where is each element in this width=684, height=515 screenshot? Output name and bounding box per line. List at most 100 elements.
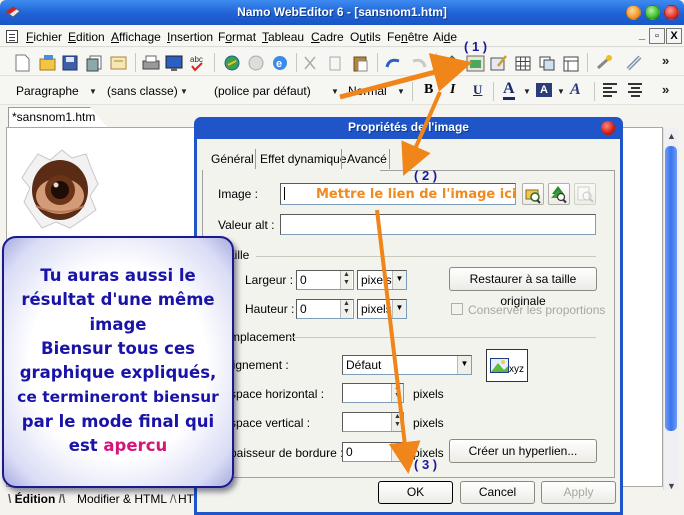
hspace-spinner[interactable]: ▲ ▼ (391, 384, 403, 402)
mdi-restore-button[interactable]: ▫ (649, 28, 665, 44)
toolbar1-overflow-button[interactable]: » (662, 53, 669, 68)
preview-icon[interactable] (165, 55, 183, 71)
folder-search-icon (525, 189, 541, 204)
font-size-dropdown-icon[interactable]: ▼ (397, 87, 405, 96)
browser-preview-icon[interactable]: e (273, 56, 287, 70)
keep-ratio-checkbox[interactable] (451, 303, 463, 315)
insert-shape-icon[interactable] (443, 55, 461, 71)
scroll-up-icon[interactable]: ▲ (667, 131, 676, 141)
menu-fenetre[interactable]: Fenêtre (387, 30, 428, 44)
cancel-button[interactable]: Cancel (460, 481, 535, 504)
preview-image-button[interactable] (574, 183, 596, 205)
paragraph-style-dropdown-icon[interactable]: ▼ (89, 87, 97, 96)
redo-icon[interactable] (412, 58, 427, 68)
font-dropdown-icon[interactable]: ▼ (331, 87, 339, 96)
tab-modifier-html-label: Modifier & HTML (77, 492, 167, 506)
clipart-search-button[interactable] (548, 183, 570, 205)
cut-icon[interactable] (304, 56, 316, 70)
apply-button[interactable]: Apply (541, 481, 616, 504)
restore-size-button[interactable]: Restaurer à sa taille originale (449, 267, 597, 308)
dialog-close-button[interactable] (601, 121, 615, 135)
save-all-icon[interactable] (86, 55, 102, 72)
font-color-dropdown-icon[interactable]: ▼ (523, 87, 531, 96)
clear-format-icon[interactable]: A (570, 81, 581, 99)
insert-image-icon[interactable] (466, 55, 485, 72)
tab-effet-dynamique[interactable]: Effet dynamique (260, 152, 347, 166)
close-button[interactable] (664, 5, 679, 20)
window-title: Namo WebEditor 6 - [sansnom1.htm] (237, 5, 447, 19)
open-folder-icon[interactable] (39, 55, 56, 71)
align-dropdown-icon[interactable]: ▼ (457, 356, 471, 374)
minimize-button[interactable] (626, 5, 641, 20)
highlight-color-button[interactable]: A (536, 83, 552, 97)
ok-button[interactable]: OK (378, 481, 453, 504)
standard-toolbar-icons: abc e (15, 53, 642, 72)
tab-general[interactable]: Général (211, 152, 254, 166)
frame-icon[interactable] (563, 56, 579, 72)
callout-line: image (89, 314, 147, 334)
wizard-icon[interactable] (596, 55, 612, 70)
mdi-close-button[interactable]: X (666, 28, 682, 44)
tab-modifier-html[interactable]: Modifier & HTML /\ (77, 492, 177, 506)
underline-button[interactable]: U (473, 82, 482, 98)
font-select[interactable]: (police par défaut) (214, 84, 311, 98)
site-icon[interactable] (248, 55, 264, 71)
vspace-label: Espace vertical : (222, 416, 311, 430)
menu-outils[interactable]: Outils (350, 30, 381, 44)
align-left-icon[interactable] (603, 83, 617, 97)
bold-button[interactable]: B (424, 82, 433, 98)
scrollbar-thumb[interactable] (665, 146, 677, 431)
publish-icon[interactable] (224, 55, 240, 71)
mdi-minimize-button[interactable]: _ (634, 28, 650, 44)
menu-fichier[interactable]: Fichier (26, 30, 62, 44)
tab-avance[interactable]: Avancé (347, 152, 387, 166)
vspace-unit: pixels (413, 416, 444, 430)
undo-icon[interactable] (385, 58, 400, 68)
hyperlink-icon[interactable] (626, 55, 642, 71)
height-unit-dropdown-icon[interactable]: ▼ (392, 300, 406, 318)
spellcheck-icon[interactable]: abc (190, 55, 203, 72)
eye-image[interactable] (20, 148, 100, 230)
edit-icon[interactable] (490, 55, 507, 71)
template-icon[interactable] (110, 56, 127, 70)
document-menu-icon[interactable] (6, 30, 18, 43)
browse-image-button[interactable] (522, 183, 544, 205)
paste-icon[interactable] (353, 56, 368, 72)
class-select[interactable]: (sans classe) (107, 84, 178, 98)
insert-table-icon[interactable] (515, 56, 531, 71)
create-hyperlink-button[interactable]: Créer un hyperlien... (449, 439, 597, 463)
callout-line: Tu auras aussi le (40, 266, 196, 285)
font-size-select[interactable]: Normal (348, 84, 387, 98)
new-document-icon[interactable] (15, 54, 30, 72)
save-icon[interactable] (62, 55, 78, 71)
maximize-button[interactable] (645, 5, 660, 20)
menu-tableau[interactable]: Tableau (262, 30, 304, 44)
layer-icon[interactable] (539, 56, 555, 71)
italic-button[interactable]: I (450, 82, 455, 98)
copy-icon[interactable] (329, 56, 341, 71)
width-unit-dropdown-icon[interactable]: ▼ (392, 271, 406, 289)
highlight-dropdown-icon[interactable]: ▼ (557, 87, 565, 96)
menu-edition[interactable]: Edition (68, 30, 105, 44)
vspace-spinner[interactable]: ▲ ▼ (391, 413, 403, 431)
align-center-icon[interactable] (628, 83, 642, 97)
step-marker-2: ( 2 ) (414, 168, 438, 183)
group-divider (290, 337, 596, 338)
width-spinner[interactable]: ▲ ▼ (340, 271, 352, 289)
tab-edition[interactable]: \ Édition /\ (8, 492, 65, 506)
image-path-hint: Mettre le lien de l'image ici (316, 187, 517, 202)
font-color-button[interactable]: A (503, 81, 515, 100)
alt-text-input[interactable] (280, 214, 596, 235)
menu-insertion[interactable]: Insertion (167, 30, 213, 44)
height-spinner[interactable]: ▲ ▼ (340, 300, 352, 318)
class-dropdown-icon[interactable]: ▼ (180, 87, 188, 96)
border-spinner[interactable]: ▲ ▼ (391, 443, 403, 461)
menu-format[interactable]: Format (218, 30, 256, 44)
paragraph-style-select[interactable]: Paragraphe (16, 84, 79, 98)
print-icon[interactable] (142, 55, 160, 70)
toolbar2-overflow-button[interactable]: » (662, 82, 669, 97)
menu-cadre[interactable]: Cadre (311, 30, 344, 44)
menu-affichage[interactable]: Affichage (111, 30, 161, 44)
menu-aide[interactable]: Aide (433, 30, 457, 44)
callout-text: Tu auras aussi le résultat d'une même im… (4, 264, 232, 458)
